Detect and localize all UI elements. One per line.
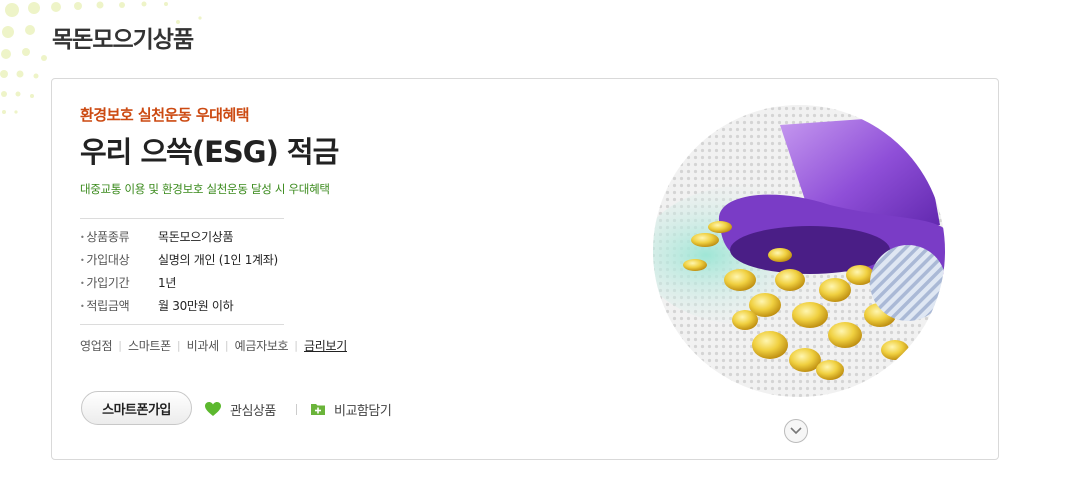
- view-rates-link[interactable]: 금리보기: [304, 337, 347, 354]
- info-label: 적립금액: [80, 297, 158, 314]
- action-separator: [296, 404, 297, 415]
- product-card: 환경보호 실천운동 우대혜택 우리 으쓱(ESG) 적금 대중교통 이용 및 환…: [51, 78, 999, 460]
- product-subtitle: 환경보호 실천운동 우대혜택: [80, 106, 250, 124]
- info-row-eligibility: 가입대상 실명의 개인 (1인 1계좌): [80, 248, 278, 271]
- product-info-list: 상품종류 목돈모으기상품 가입대상 실명의 개인 (1인 1계좌) 가입기간 1…: [80, 225, 278, 317]
- info-value: 목돈모으기상품: [158, 230, 234, 244]
- tag-smartphone: 스마트폰: [127, 339, 171, 353]
- tag-tax-free: 비과세: [186, 339, 220, 353]
- divider-top: [80, 218, 284, 219]
- favorite-button[interactable]: 관심상품: [204, 399, 276, 419]
- tag-separator: |: [294, 339, 299, 352]
- product-illustration: [653, 105, 945, 397]
- info-label: 가입기간: [80, 274, 158, 291]
- favorite-label: 관심상품: [230, 403, 276, 419]
- product-description: 대중교통 이용 및 환경보호 실천운동 달성 시 우대혜택: [80, 182, 330, 196]
- info-value: 실명의 개인 (1인 1계좌): [158, 253, 278, 267]
- info-row-period: 가입기간 1년: [80, 271, 278, 294]
- product-tag-links: 영업점 | 스마트폰 | 비과세 | 예금자보호 | 금리보기: [80, 337, 347, 354]
- tag-deposit-protection: 예금자보호: [234, 339, 289, 353]
- folder-plus-icon: [311, 404, 325, 415]
- info-label: 가입대상: [80, 251, 158, 268]
- divider-bottom: [80, 324, 284, 325]
- chevron-down-icon: [790, 427, 802, 435]
- scroll-down-button[interactable]: [784, 419, 808, 443]
- add-to-compare-button[interactable]: 비교함담기: [310, 399, 392, 419]
- page-title: 목돈모으기상품: [52, 27, 194, 53]
- info-row-type: 상품종류 목돈모으기상품: [80, 225, 278, 248]
- heart-icon: [205, 402, 221, 416]
- info-value: 월 30만원 이하: [158, 299, 234, 313]
- tag-separator: |: [176, 339, 181, 352]
- tag-separator: |: [118, 339, 122, 352]
- product-name[interactable]: 우리 으쓱(ESG) 적금: [80, 129, 339, 171]
- tag-separator: |: [224, 339, 229, 352]
- compare-label: 비교함담기: [334, 403, 392, 419]
- smartphone-apply-button[interactable]: 스마트폰가입: [81, 391, 192, 425]
- tag-branch: 영업점: [80, 339, 113, 353]
- info-value: 1년: [158, 276, 177, 290]
- info-row-amount: 적립금액 월 30만원 이하: [80, 294, 278, 317]
- info-label: 상품종류: [80, 228, 158, 245]
